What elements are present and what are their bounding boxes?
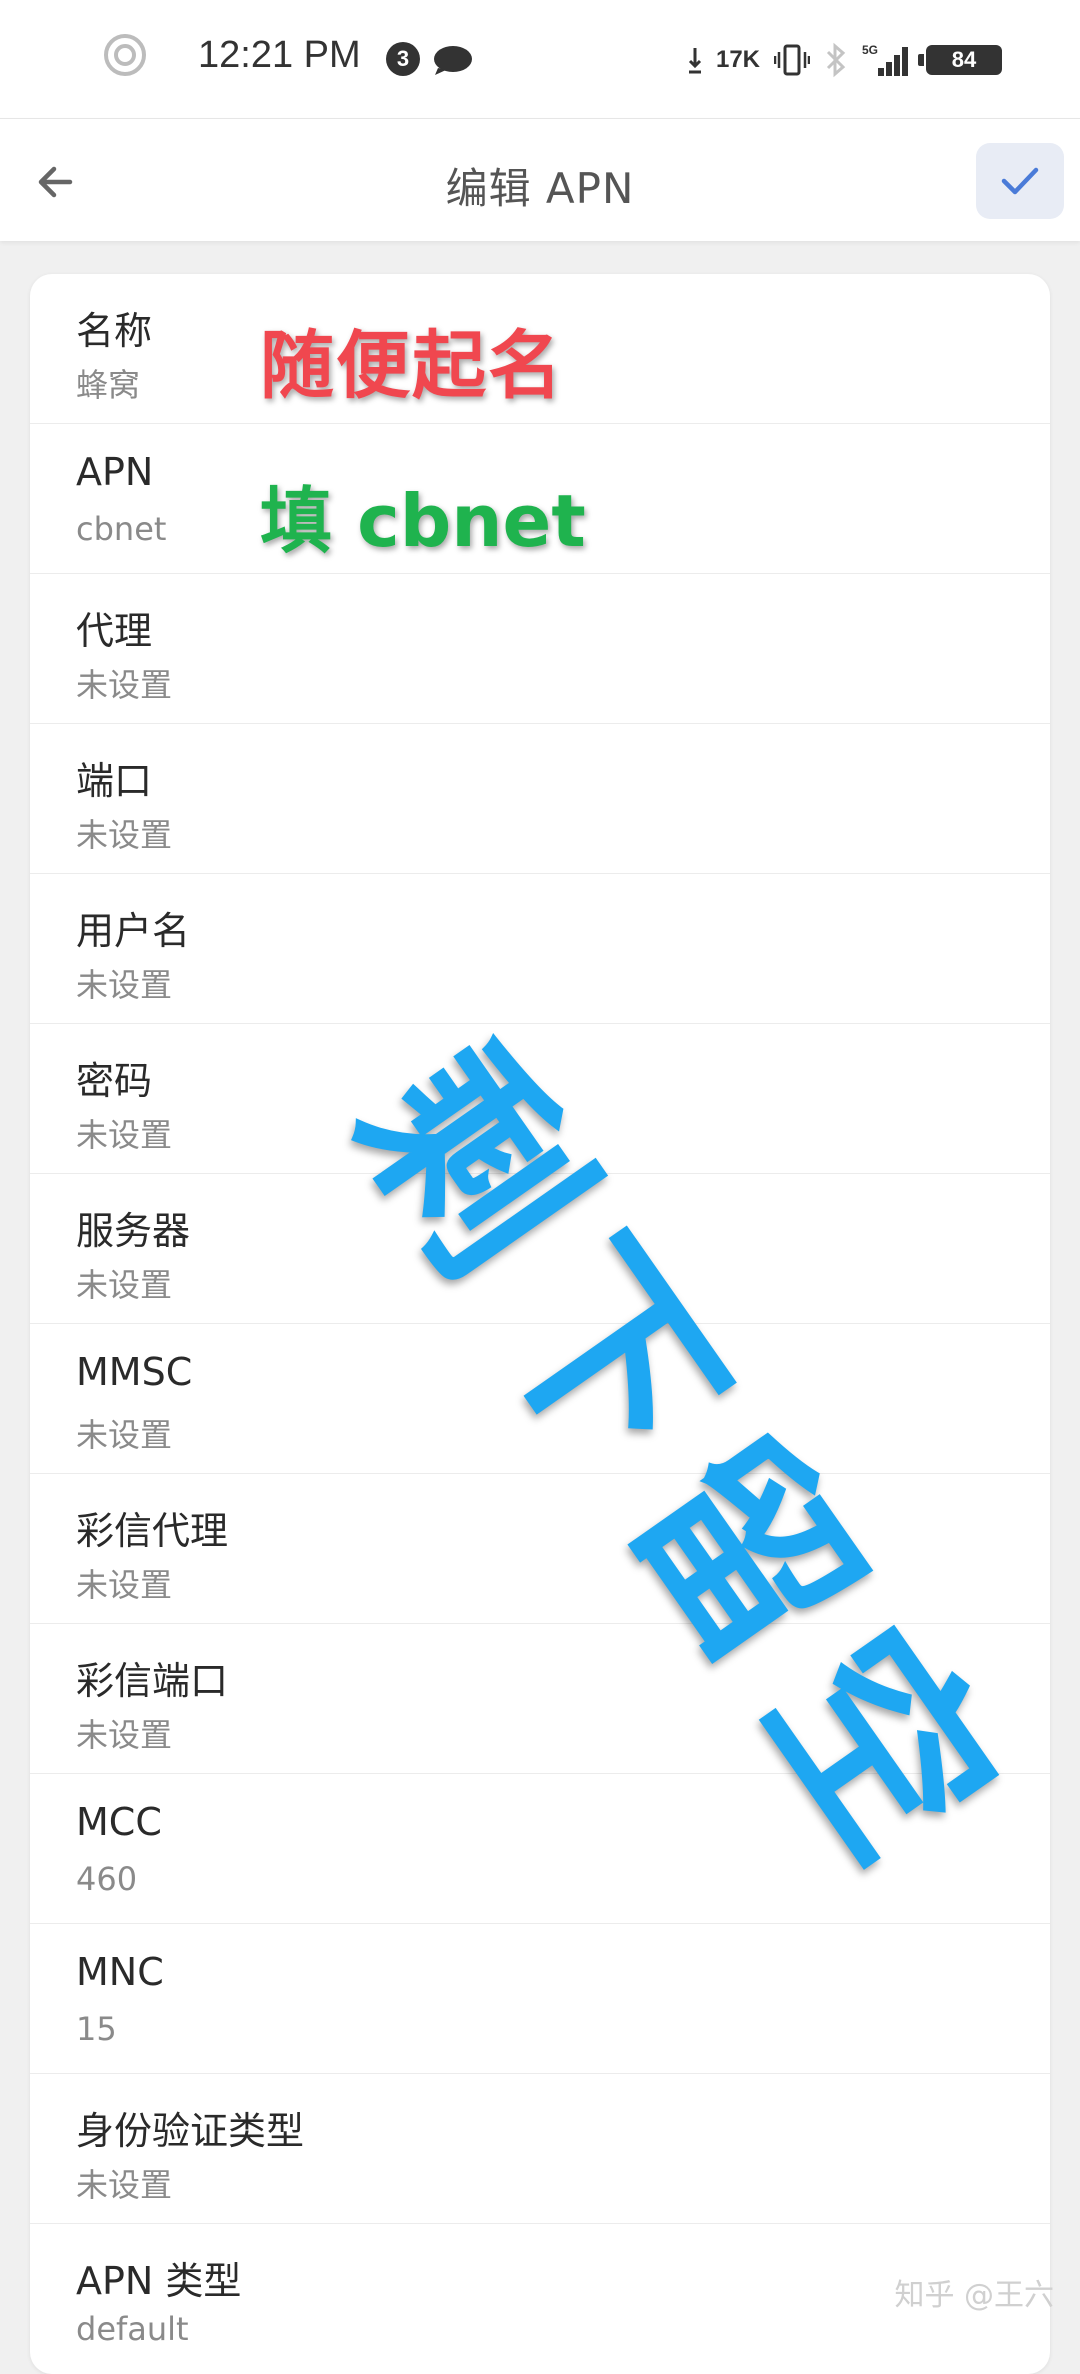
battery-icon: 84 bbox=[918, 45, 1002, 75]
annotation-apn-hint: 填 cbnet bbox=[260, 479, 586, 563]
save-button[interactable] bbox=[976, 143, 1064, 219]
status-bar: 12:21 PM 3 17K 5G 84 bbox=[0, 0, 1080, 118]
row-value: 未设置 bbox=[76, 966, 173, 1004]
checkmark-icon bbox=[1001, 167, 1039, 195]
row-value: 15 bbox=[76, 2010, 117, 2048]
svg-text:5G: 5G bbox=[862, 43, 878, 57]
row-value: 未设置 bbox=[76, 1266, 173, 1304]
app-bar: 编辑 APN bbox=[0, 118, 1080, 241]
row-label: MMSC bbox=[76, 1350, 193, 1394]
row-label: 名称 bbox=[76, 309, 153, 353]
net-speed: 17K bbox=[715, 46, 760, 73]
row-label: 端口 bbox=[76, 759, 153, 803]
notification-count-badge: 3 bbox=[386, 42, 420, 76]
signal-5g-icon: 5G bbox=[862, 43, 908, 76]
row-label: 密码 bbox=[76, 1059, 153, 1103]
row-value: 未设置 bbox=[76, 1716, 173, 1754]
list-item-port[interactable]: 端口 未设置 bbox=[30, 724, 1050, 874]
row-value: 未设置 bbox=[76, 1416, 173, 1454]
row-label: 彩信代理 bbox=[76, 1509, 229, 1553]
row-value: 未设置 bbox=[76, 666, 173, 704]
vibrate-icon bbox=[774, 44, 810, 76]
download-arrow-icon bbox=[688, 48, 702, 74]
clock: 12:21 PM bbox=[198, 34, 361, 76]
list-item-mnc[interactable]: MNC 15 bbox=[30, 1924, 1050, 2074]
row-value: 蜂窝 bbox=[76, 366, 141, 404]
row-label: 身份验证类型 bbox=[76, 2109, 305, 2153]
chat-bubble-icon bbox=[434, 46, 472, 75]
status-icons: 17K 5G 84 bbox=[688, 40, 1002, 80]
annotation-name-hint: 随便起名 bbox=[260, 323, 564, 409]
row-label: APN bbox=[76, 450, 154, 494]
row-label: 代理 bbox=[76, 609, 153, 653]
row-label: 服务器 bbox=[76, 1209, 191, 1253]
watermark: 知乎 @王六 bbox=[894, 2278, 1054, 2313]
bluetooth-icon bbox=[826, 42, 846, 78]
page-title: 编辑 APN bbox=[445, 164, 635, 213]
row-value: 未设置 bbox=[76, 1566, 173, 1604]
row-value: 460 bbox=[76, 1860, 138, 1898]
row-value: 未设置 bbox=[76, 816, 173, 854]
ring-icon bbox=[104, 34, 146, 76]
row-label: 用户名 bbox=[76, 909, 191, 953]
row-value: 未设置 bbox=[76, 2166, 173, 2204]
list-item-auth-type[interactable]: 身份验证类型 未设置 bbox=[30, 2074, 1050, 2224]
row-label: APN 类型 bbox=[76, 2259, 242, 2303]
row-label: MCC bbox=[76, 1800, 162, 1844]
row-value: default bbox=[76, 2310, 189, 2348]
list-item-username[interactable]: 用户名 未设置 bbox=[30, 874, 1050, 1024]
row-label: 彩信端口 bbox=[76, 1659, 229, 1703]
row-value: cbnet bbox=[76, 510, 167, 548]
row-value: 未设置 bbox=[76, 1116, 173, 1154]
row-label: MNC bbox=[76, 1950, 164, 1994]
list-item-proxy[interactable]: 代理 未设置 bbox=[30, 574, 1050, 724]
